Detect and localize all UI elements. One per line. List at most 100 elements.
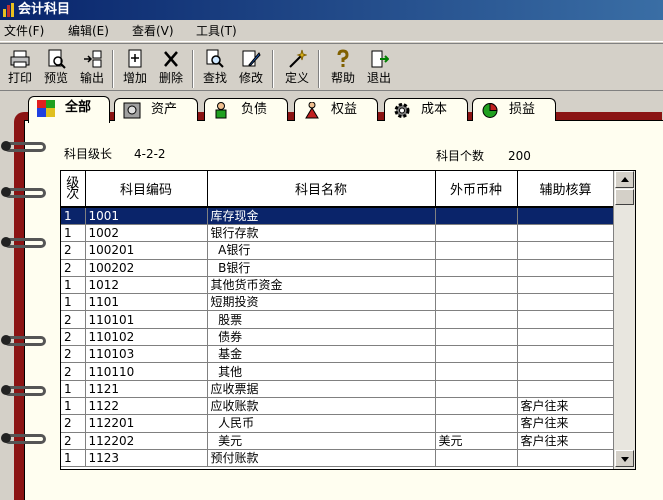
cell-currency[interactable] xyxy=(435,259,518,277)
cell-name[interactable]: 应收账款 xyxy=(207,397,436,416)
cell-currency[interactable] xyxy=(435,414,518,433)
cell-code[interactable]: 1101 xyxy=(85,293,208,312)
table-row[interactable]: 1 1001 库存现金 xyxy=(61,207,615,225)
print-button[interactable]: 打印 xyxy=(2,48,38,90)
tab-liabilities[interactable]: 负债 xyxy=(204,98,288,121)
cell-aux[interactable]: 客户往来 xyxy=(517,432,615,450)
tab-equity[interactable]: 权益 xyxy=(294,98,378,121)
cell-code[interactable]: 1123 xyxy=(85,449,208,468)
exit-button[interactable]: 退出 xyxy=(361,48,397,90)
table-row[interactable]: 1 1002 银行存款 xyxy=(61,224,615,243)
cell-name[interactable]: 债券 xyxy=(207,328,436,347)
cell-code[interactable]: 100202 xyxy=(85,259,208,277)
cell-level[interactable]: 1 xyxy=(61,397,86,416)
cell-level[interactable]: 1 xyxy=(61,380,86,398)
cell-aux[interactable] xyxy=(517,362,615,381)
column-header-level[interactable]: 级次 xyxy=(61,171,86,208)
find-button[interactable]: 查找 xyxy=(197,48,233,90)
cell-currency[interactable] xyxy=(435,345,518,364)
cell-level[interactable]: 1 xyxy=(61,224,86,243)
table-row[interactable]: 1 1123 预付账款 xyxy=(61,449,615,468)
cell-code[interactable]: 110102 xyxy=(85,328,208,347)
scroll-up-button[interactable] xyxy=(615,171,634,188)
cell-code[interactable]: 110110 xyxy=(85,362,208,381)
column-header-aux[interactable]: 辅助核算 xyxy=(517,171,615,208)
cell-name[interactable]: 应收票据 xyxy=(207,380,436,398)
cell-code[interactable]: 100201 xyxy=(85,241,208,260)
cell-level[interactable]: 1 xyxy=(61,276,86,295)
cell-level[interactable]: 1 xyxy=(61,449,86,468)
cell-aux[interactable] xyxy=(517,345,615,364)
cell-level[interactable]: 1 xyxy=(61,293,86,312)
menu-tools[interactable]: 工具(T) xyxy=(196,23,237,39)
cell-level[interactable]: 2 xyxy=(61,345,86,364)
cell-currency[interactable] xyxy=(435,449,518,468)
cell-code[interactable]: 112202 xyxy=(85,432,208,450)
table-row[interactable]: 2 112202 美元 美元 客户往来 xyxy=(61,432,615,450)
cell-aux[interactable] xyxy=(517,207,615,225)
help-button[interactable]: 帮助 xyxy=(325,48,361,90)
add-button[interactable]: 增加 xyxy=(117,48,153,90)
define-button[interactable]: 定义 xyxy=(279,48,315,90)
cell-name[interactable]: 其他 xyxy=(207,362,436,381)
cell-currency[interactable] xyxy=(435,241,518,260)
cell-aux[interactable]: 客户往来 xyxy=(517,397,615,416)
cell-code[interactable]: 112201 xyxy=(85,414,208,433)
table-row[interactable]: 2 112201 人民币 客户往来 xyxy=(61,414,615,433)
cell-code[interactable]: 110101 xyxy=(85,310,208,329)
cell-name[interactable]: 人民币 xyxy=(207,414,436,433)
cell-name[interactable]: 预付账款 xyxy=(207,449,436,468)
cell-aux[interactable] xyxy=(517,259,615,277)
preview-button[interactable]: 预览 xyxy=(38,48,74,90)
table-row[interactable]: 2 110103 基金 xyxy=(61,345,615,364)
cell-name[interactable]: 短期投资 xyxy=(207,293,436,312)
table-row[interactable]: 2 100201 A银行 xyxy=(61,241,615,260)
cell-currency[interactable] xyxy=(435,397,518,416)
cell-aux[interactable] xyxy=(517,224,615,243)
cell-name[interactable]: 基金 xyxy=(207,345,436,364)
column-header-code[interactable]: 科目编码 xyxy=(85,171,208,208)
table-row[interactable]: 1 1122 应收账款 客户往来 xyxy=(61,397,615,416)
cell-code[interactable]: 1121 xyxy=(85,380,208,398)
cell-level[interactable]: 2 xyxy=(61,414,86,433)
cell-level[interactable]: 2 xyxy=(61,310,86,329)
cell-currency[interactable] xyxy=(435,362,518,381)
cell-aux[interactable] xyxy=(517,380,615,398)
cell-level[interactable]: 2 xyxy=(61,328,86,347)
column-header-currency[interactable]: 外币币种 xyxy=(435,171,518,208)
table-row[interactable]: 2 100202 B银行 xyxy=(61,259,615,277)
cell-code[interactable]: 1012 xyxy=(85,276,208,295)
menu-edit[interactable]: 编辑(E) xyxy=(68,23,109,39)
cell-currency[interactable] xyxy=(435,224,518,243)
cell-level[interactable]: 1 xyxy=(61,207,86,225)
cell-currency[interactable] xyxy=(435,310,518,329)
cell-aux[interactable] xyxy=(517,449,615,468)
cell-currency[interactable] xyxy=(435,276,518,295)
cell-currency[interactable]: 美元 xyxy=(435,432,518,450)
table-row[interactable]: 1 1012 其他货币资金 xyxy=(61,276,615,295)
tab-all[interactable]: 全部 xyxy=(28,96,110,123)
menu-file[interactable]: 文件(F) xyxy=(4,23,44,39)
cell-aux[interactable] xyxy=(517,241,615,260)
tab-cost[interactable]: 成本 xyxy=(384,98,468,121)
cell-currency[interactable] xyxy=(435,293,518,312)
cell-aux[interactable] xyxy=(517,328,615,347)
column-header-name[interactable]: 科目名称 xyxy=(207,171,436,208)
cell-level[interactable]: 2 xyxy=(61,241,86,260)
cell-aux[interactable] xyxy=(517,276,615,295)
cell-aux[interactable] xyxy=(517,293,615,312)
cell-code[interactable]: 110103 xyxy=(85,345,208,364)
cell-currency[interactable] xyxy=(435,380,518,398)
table-row[interactable]: 2 110110 其他 xyxy=(61,362,615,381)
menu-view[interactable]: 查看(V) xyxy=(132,23,174,39)
scroll-thumb[interactable] xyxy=(615,189,634,205)
cell-name[interactable]: 股票 xyxy=(207,310,436,329)
cell-aux[interactable]: 客户往来 xyxy=(517,414,615,433)
edit-button[interactable]: 修改 xyxy=(233,48,269,90)
cell-code[interactable]: 1002 xyxy=(85,224,208,243)
table-row[interactable]: 1 1121 应收票据 xyxy=(61,380,615,398)
vertical-scrollbar[interactable] xyxy=(613,171,635,469)
tab-profit-loss[interactable]: 损益 xyxy=(472,98,556,121)
table-row[interactable]: 1 1101 短期投资 xyxy=(61,293,615,312)
accounts-table[interactable]: 级次 科目编码 科目名称 外币币种 辅助核算 1 1001 库存现金 1 1002 银行存… xyxy=(60,170,636,470)
